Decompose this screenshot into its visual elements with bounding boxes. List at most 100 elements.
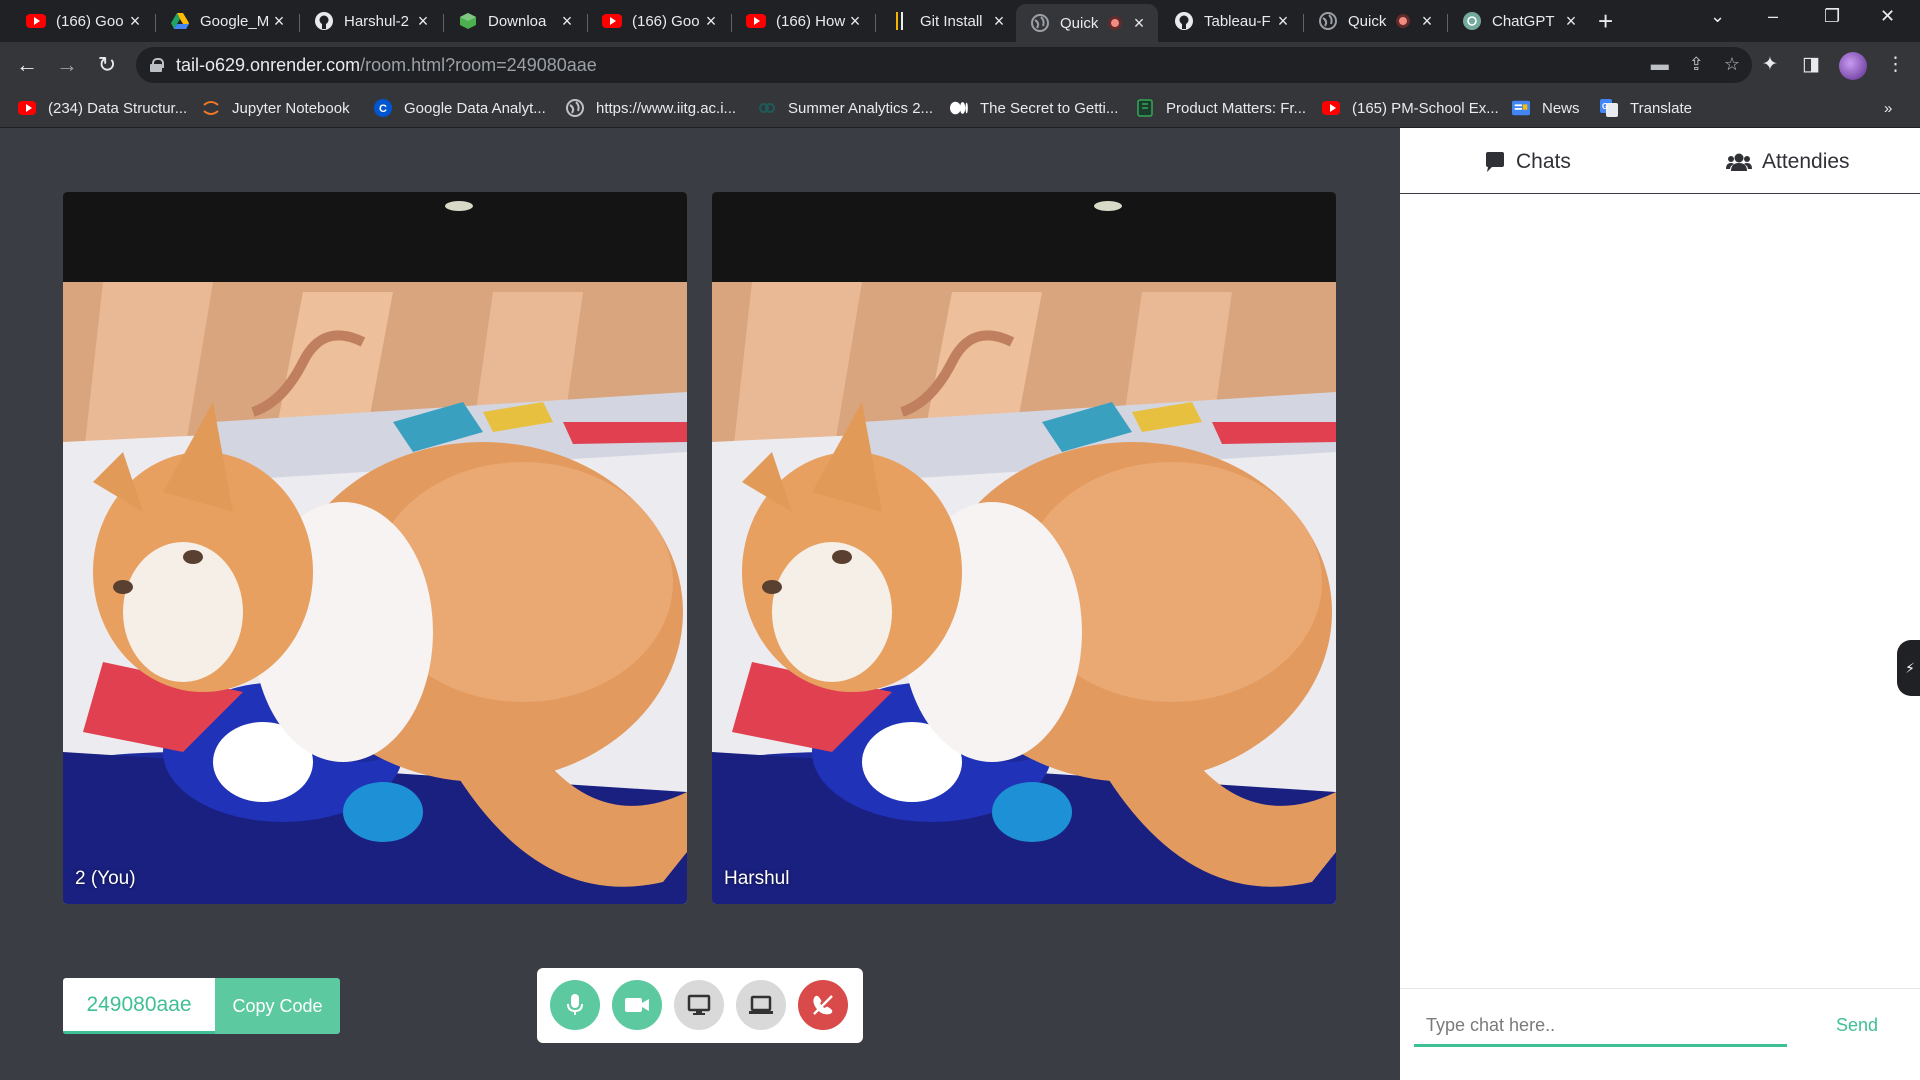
- coursera-icon: C: [374, 99, 392, 117]
- youtube-icon: [602, 11, 622, 31]
- tab-attendees[interactable]: Attendies: [1726, 150, 1850, 174]
- chat-composer: Send: [1400, 988, 1920, 1080]
- camera-in-use-icon[interactable]: ▬: [1651, 54, 1669, 75]
- minimize-icon[interactable]: –: [1768, 6, 1778, 27]
- camera-icon: [625, 998, 649, 1012]
- users-icon: [1726, 153, 1752, 171]
- close-icon[interactable]: ×: [1274, 11, 1292, 32]
- leave-call-button[interactable]: [798, 980, 848, 1030]
- bookmarks-bar: (234) Data Structur... Jupyter Notebook …: [0, 88, 1920, 128]
- close-icon[interactable]: ×: [1130, 13, 1148, 34]
- close-icon[interactable]: ×: [126, 11, 144, 32]
- svg-text:C: C: [379, 103, 387, 115]
- extension-handle-icon[interactable]: ⚡: [1897, 640, 1920, 696]
- tab-title: (166) Goo: [56, 12, 124, 30]
- tab-download[interactable]: Downloa ×: [444, 6, 586, 36]
- tab-title: Quick: [1060, 14, 1099, 32]
- side-panel-icon[interactable]: ◨: [1802, 53, 1820, 76]
- close-icon[interactable]: ×: [1562, 11, 1580, 32]
- meeting-room: 2 (You) Harshul 249080aae Copy Code Chat…: [0, 128, 1920, 1080]
- svg-text:G: G: [1602, 102, 1608, 111]
- bookmark-item[interactable]: News: [1512, 96, 1580, 120]
- tab-chatgpt[interactable]: ChatGPT ×: [1448, 6, 1590, 36]
- bookmark-item[interactable]: The Secret to Getti...: [950, 96, 1118, 120]
- bookmark-item[interactable]: (165) PM-School Ex...: [1322, 96, 1499, 120]
- tab-youtube-3[interactable]: (166) How ×: [732, 6, 874, 36]
- github-icon: [1174, 11, 1194, 31]
- profile-avatar[interactable]: [1839, 52, 1867, 80]
- copy-code-button[interactable]: Copy Code: [215, 978, 340, 1034]
- tab-title: (166) Goo: [632, 12, 700, 30]
- link-icon: [758, 99, 776, 117]
- tab-title: Harshul-2: [344, 12, 410, 30]
- close-icon[interactable]: ×: [702, 11, 720, 32]
- share-icon[interactable]: ⇪: [1689, 54, 1704, 75]
- browser-tab-strip: (166) Goo × Google_M × Harshul-2 × Downl…: [0, 0, 1920, 42]
- bookmark-item[interactable]: Jupyter Notebook: [202, 96, 350, 120]
- tab-search-icon[interactable]: ⌄: [1710, 6, 1725, 27]
- recording-icon: [1396, 14, 1410, 28]
- chat-bubble-icon: [1486, 152, 1504, 172]
- tab-quick-2[interactable]: Quick ×: [1304, 6, 1446, 36]
- bookmark-item[interactable]: https://www.iitg.ac.i...: [566, 96, 736, 120]
- screen-share-button[interactable]: [674, 980, 724, 1030]
- forward-icon[interactable]: →: [52, 50, 82, 80]
- github-icon: [314, 11, 334, 31]
- bookmark-item[interactable]: (234) Data Structur...: [18, 96, 187, 120]
- medium-icon: [950, 99, 968, 117]
- url-path: /room.html?room=249080aae: [360, 54, 597, 75]
- youtube-icon: [746, 11, 766, 31]
- tab-quick-active[interactable]: Quick ×: [1016, 4, 1158, 42]
- bookmark-star-icon[interactable]: ☆: [1724, 54, 1740, 75]
- mic-toggle-button[interactable]: [550, 980, 600, 1030]
- address-bar[interactable]: tail-o629.onrender.com/room.html?room=24…: [136, 47, 1752, 83]
- tab-youtube-1[interactable]: (166) Goo ×: [12, 6, 154, 36]
- bookmark-item[interactable]: G Translate: [1600, 96, 1692, 120]
- tab-title: Downloa: [488, 12, 547, 30]
- bookmarks-overflow-button[interactable]: »: [1884, 96, 1892, 120]
- tab-google-drive[interactable]: Google_M ×: [156, 6, 298, 36]
- close-icon[interactable]: ×: [270, 11, 288, 32]
- new-tab-button[interactable]: +: [1598, 8, 1613, 34]
- room-code: 249080aae: [63, 978, 215, 1034]
- back-icon[interactable]: ←: [12, 50, 42, 80]
- recording-icon: [1108, 16, 1122, 30]
- tab-github-harshul[interactable]: Harshul-2 ×: [300, 6, 442, 36]
- lock-icon: [150, 58, 164, 72]
- url-host: tail-o629.onrender.com: [176, 54, 361, 75]
- tab-youtube-2[interactable]: (166) Goo ×: [588, 6, 730, 36]
- tab-chats[interactable]: Chats: [1484, 150, 1571, 174]
- globe-icon: [566, 99, 584, 117]
- extensions-icon[interactable]: ✦: [1762, 53, 1778, 76]
- send-button[interactable]: Send: [1836, 1015, 1878, 1036]
- tab-git-install[interactable]: Git Install ×: [876, 6, 1018, 36]
- cube-icon: [458, 11, 478, 31]
- sidebar-tabs: Chats Attendies: [1400, 128, 1920, 194]
- chat-sidebar: Chats Attendies Send: [1400, 128, 1920, 1080]
- close-icon[interactable]: ×: [414, 11, 432, 32]
- tab-title: (166) How: [776, 12, 846, 30]
- camera-toggle-button[interactable]: [612, 980, 662, 1030]
- google-news-icon: [1512, 99, 1530, 117]
- close-icon[interactable]: ×: [558, 11, 576, 32]
- bookmark-item[interactable]: Summer Analytics 2...: [758, 96, 933, 120]
- bookmark-item[interactable]: C Google Data Analyt...: [374, 96, 546, 120]
- close-icon[interactable]: ×: [846, 11, 864, 32]
- close-icon[interactable]: ×: [990, 11, 1008, 32]
- leave-call-icon: [813, 995, 833, 1015]
- menu-icon[interactable]: ⋮: [1886, 53, 1905, 76]
- tab-github-tableau[interactable]: Tableau-F ×: [1160, 6, 1302, 36]
- window-close-icon[interactable]: ✕: [1880, 6, 1895, 27]
- close-icon[interactable]: ×: [1418, 11, 1436, 32]
- present-button[interactable]: [736, 980, 786, 1030]
- restore-icon[interactable]: ❐: [1824, 6, 1840, 27]
- bookmark-item[interactable]: Product Matters: Fr...: [1136, 96, 1306, 120]
- reload-icon[interactable]: ↻: [92, 50, 122, 80]
- participant-name: Harshul: [724, 868, 790, 889]
- screen-share-icon: [687, 994, 711, 1015]
- jupyter-icon: [202, 99, 220, 117]
- chat-input[interactable]: [1414, 1007, 1787, 1047]
- tab-title: Google_M: [200, 12, 270, 30]
- globe-icon: [1318, 11, 1338, 31]
- laptop-icon: [749, 995, 773, 1014]
